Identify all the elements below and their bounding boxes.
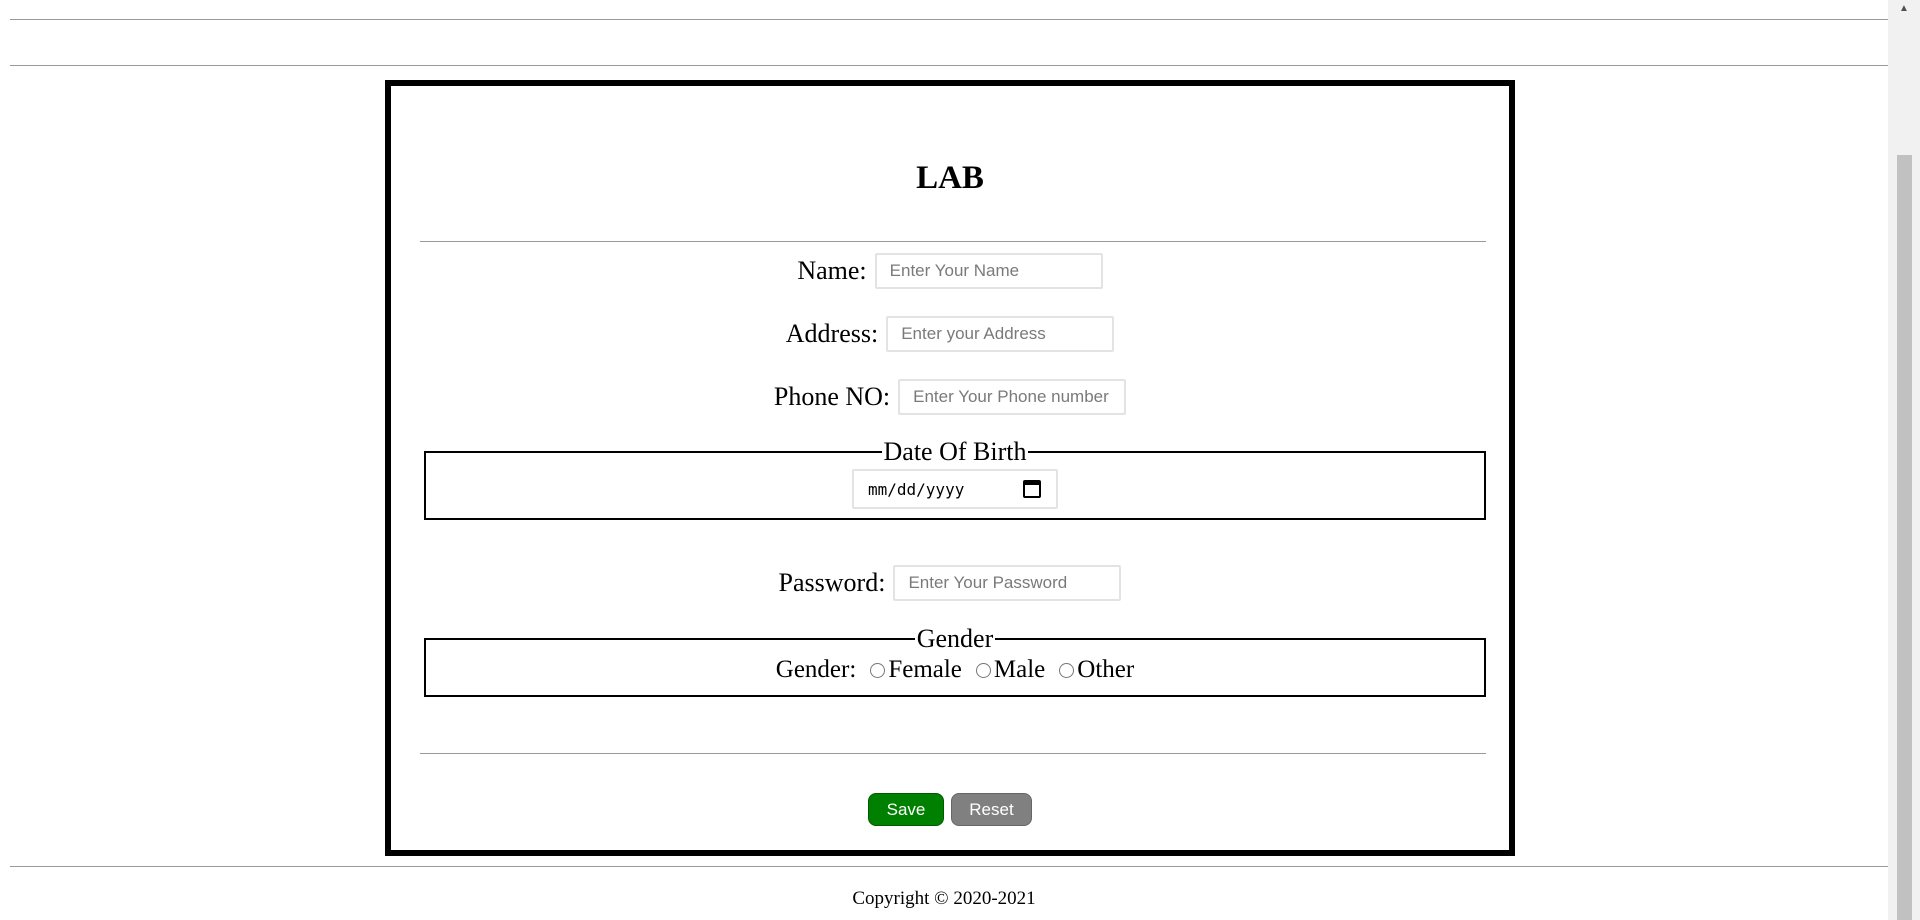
footer-divider: [10, 866, 1888, 867]
address-input[interactable]: [886, 316, 1115, 352]
save-button[interactable]: Save: [868, 793, 944, 826]
dob-date-value: mm/dd/yyyy: [868, 479, 965, 499]
scrollbar-thumb[interactable]: [1897, 155, 1912, 920]
reset-button[interactable]: Reset: [951, 793, 1032, 826]
other-radio[interactable]: [1059, 662, 1075, 678]
form-buttons: Save Reset: [391, 793, 1509, 826]
form-top-divider: [420, 241, 1486, 242]
dob-date-input[interactable]: mm/dd/yyyy: [852, 469, 1058, 509]
female-radio[interactable]: [870, 662, 886, 678]
gender-fieldset: Gender Gender: Female Male Other: [424, 626, 1486, 697]
name-row: Name:: [391, 253, 1509, 289]
phone-row: Phone NO:: [391, 379, 1509, 415]
phone-input[interactable]: [898, 379, 1127, 415]
dob-legend: Date Of Birth: [883, 437, 1027, 466]
page: LAB Name: Address: Phone NO: Date Of Bir…: [0, 0, 1920, 920]
lab-form-card: LAB Name: Address: Phone NO: Date Of Bir…: [385, 80, 1515, 856]
copyright-text: Copyright © 2020-2021: [852, 888, 1036, 909]
gender-option-male[interactable]: Male: [975, 656, 1046, 684]
dob-fieldset: Date Of Birth mm/dd/yyyy: [424, 439, 1486, 520]
male-label: Male: [993, 656, 1046, 683]
password-input[interactable]: [893, 565, 1122, 601]
top-divider: [10, 19, 1888, 20]
female-label: Female: [888, 656, 962, 683]
calendar-icon[interactable]: [1023, 480, 1041, 498]
password-row: Password:: [391, 565, 1509, 601]
gender-option-female[interactable]: Female: [870, 656, 962, 684]
male-radio[interactable]: [975, 662, 991, 678]
name-label: Name:: [797, 256, 867, 285]
phone-label: Phone NO:: [773, 382, 891, 411]
password-label: Password:: [778, 568, 886, 597]
header-divider: [10, 65, 1888, 66]
gender-label: Gender:: [775, 656, 857, 683]
scroll-up-arrow-icon[interactable]: ▲: [1888, 0, 1920, 18]
gender-legend: Gender: [916, 624, 994, 653]
gender-options: Gender: Female Male Other: [426, 656, 1484, 684]
address-label: Address:: [785, 319, 879, 348]
form-bottom-divider: [420, 753, 1486, 754]
page-title: LAB: [916, 160, 984, 196]
vertical-scrollbar[interactable]: ▲: [1888, 0, 1920, 920]
address-row: Address:: [391, 316, 1509, 352]
other-label: Other: [1077, 656, 1135, 683]
name-input[interactable]: [874, 253, 1103, 289]
gender-option-other[interactable]: Other: [1059, 656, 1134, 684]
